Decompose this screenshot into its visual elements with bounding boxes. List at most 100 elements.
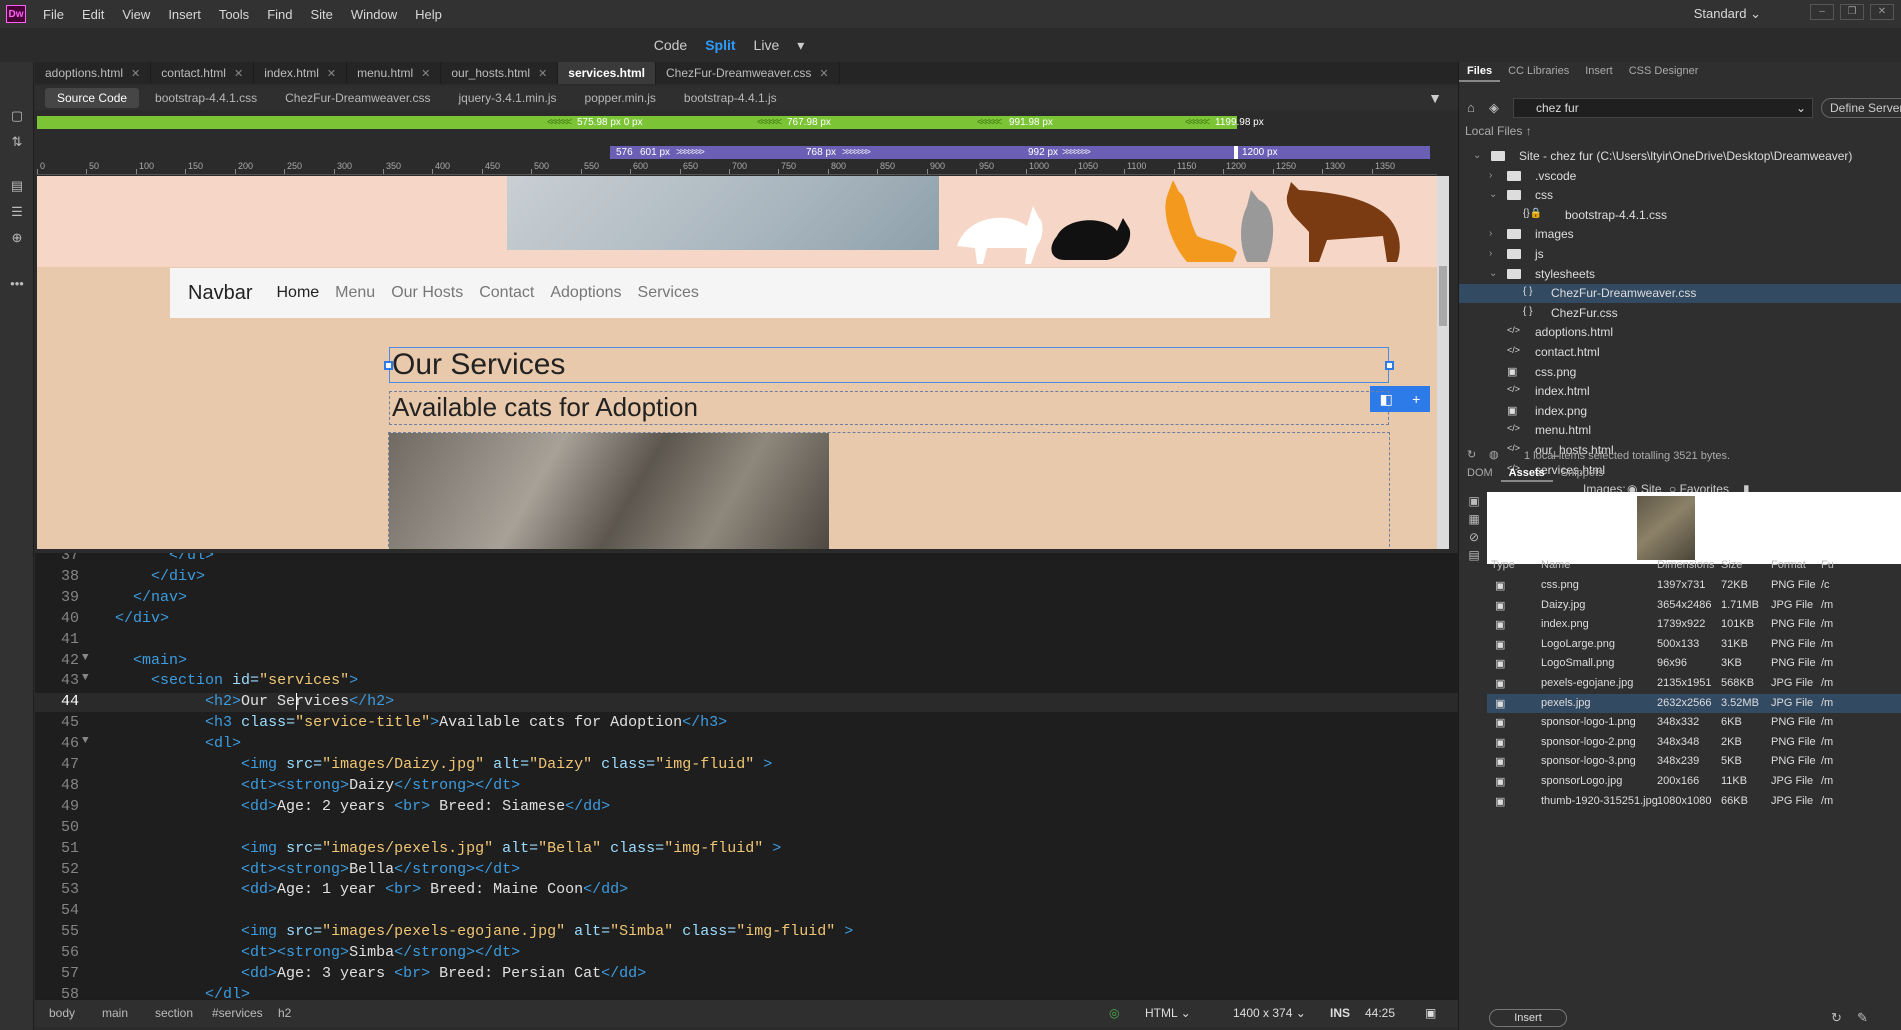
code-text[interactable]: <h2>Our Services</h2> [97,693,394,710]
workspace-switcher[interactable]: Standard ⌄ [1694,6,1761,22]
menu-help[interactable]: Help [406,7,451,22]
navbar-brand[interactable]: Navbar [188,282,252,305]
nav-our-hosts[interactable]: Our Hosts [391,284,463,302]
related-source-code[interactable]: Source Code [45,88,140,108]
nav-contact[interactable]: Contact [479,284,534,302]
code-text[interactable]: <h3 class="service-title">Available cats… [97,714,727,731]
chevron-right-icon[interactable]: › [1489,170,1492,181]
nav-adoptions[interactable]: Adoptions [550,284,621,302]
file-tree-item[interactable]: › images [1459,225,1901,244]
define-servers-button[interactable]: Define Servers [1821,98,1901,118]
split-view-button[interactable]: Split [705,37,735,53]
code-line[interactable]: 42 ▼ <main> [35,652,1458,671]
file-tree-item[interactable]: </> index.html [1459,382,1901,401]
fold-icon[interactable]: ▼ [82,735,89,747]
asset-row[interactable]: ▣ sponsor-logo-1.png 348x332 6KB PNG File/m [1487,713,1901,732]
mq-992[interactable]: 992 px [1028,146,1058,159]
code-line[interactable]: 54 [35,902,1458,921]
asset-row[interactable]: ▣ css.png 1397x731 72KB PNG File/c [1487,576,1901,595]
selection-handle-right[interactable] [1385,361,1394,370]
chevron-right-icon[interactable]: › [1489,248,1492,259]
window-size-select[interactable]: 1400 x 374 ⌄ [1233,1006,1306,1020]
edit-icon[interactable]: ✎ [1857,1010,1868,1026]
tab-menu[interactable]: menu.html ✕ [347,62,442,84]
related-popper[interactable]: popper.min.js [573,88,668,108]
col-full-path[interactable]: Fu [1821,559,1834,571]
close-icon[interactable]: ✕ [1870,4,1894,20]
crumb-main[interactable]: main [102,1006,128,1020]
tab-cc-libraries[interactable]: CC Libraries [1500,62,1577,82]
col-format[interactable]: Format [1771,559,1806,571]
code-line[interactable]: 49 <dd>Age: 2 years <br> Breed: Siamese<… [35,798,1458,817]
close-icon[interactable]: ✕ [819,67,828,80]
related-jquery[interactable]: jquery-3.4.1.min.js [446,88,568,108]
file-tree-item[interactable]: ⌄ Site - chez fur (C:\Users\ltyir\OneDriv… [1459,147,1901,166]
code-line[interactable]: 50 [35,819,1458,838]
tab-adoptions[interactable]: adoptions.html ✕ [35,62,152,84]
tab-chezfur-css[interactable]: ChezFur-Dreamweaver.css ✕ [656,62,840,84]
inspect-icon[interactable]: ⊕ [8,230,26,246]
col-name[interactable]: Name [1541,559,1570,571]
code-line[interactable]: 52 <dt><strong>Bella</strong></dt> [35,861,1458,880]
menu-tools[interactable]: Tools [210,7,258,22]
code-line[interactable]: 58 </dl> [35,986,1458,999]
code-line[interactable]: 44 <h2>Our Services</h2> [35,693,1458,713]
colors-category-icon[interactable]: ▦ [1465,512,1483,530]
code-line[interactable]: 53 <dd>Age: 1 year <br> Breed: Maine Coo… [35,881,1458,900]
col-dimensions[interactable]: Dimensions [1657,559,1714,571]
globe-icon[interactable]: ◍ [1489,448,1499,461]
file-tree-item[interactable]: {}🔒 bootstrap-4.4.1.css [1459,206,1901,225]
services-heading[interactable]: Our Services [389,347,1389,383]
file-tree-item[interactable]: { } ChezFur-Dreamweaver.css [1459,284,1901,304]
code-text[interactable]: <dt><strong>Bella</strong></dt> [97,861,520,878]
close-icon[interactable]: ✕ [131,67,140,80]
file-tree-item[interactable]: › js [1459,245,1901,264]
file-tree-item[interactable]: { } ChezFur.css [1459,304,1901,323]
chevron-down-icon[interactable]: ⌄ [1489,189,1497,200]
related-bootstrap-js[interactable]: bootstrap-4.4.1.js [672,88,789,108]
code-text[interactable]: </div> [97,610,169,627]
service-title-heading[interactable]: Available cats for Adoption [389,391,1389,425]
local-files-header[interactable]: Local Files ↑ [1465,124,1532,138]
code-text[interactable]: <img src="images/Daizy.jpg" alt="Daizy" … [97,756,772,773]
crumb-section[interactable]: section [155,1006,193,1020]
code-text[interactable]: <dd>Age: 3 years <br> Breed: Persian Cat… [97,965,646,982]
code-line[interactable]: 43 ▼ <section id="services"> [35,672,1458,691]
nav-services[interactable]: Services [638,284,699,302]
code-line[interactable]: 41 [35,631,1458,650]
chevron-down-icon[interactable]: ⌄ [1489,268,1497,279]
tab-css-designer[interactable]: CSS Designer [1621,62,1707,82]
code-text[interactable]: </nav> [97,589,187,606]
images-category-icon[interactable]: ▣ [1465,494,1483,512]
related-chezfur-css[interactable]: ChezFur-Dreamweaver.css [273,88,442,108]
tab-insert[interactable]: Insert [1577,62,1621,82]
code-text[interactable]: <dt><strong>Daizy</strong></dt> [97,777,520,794]
crumb-h2[interactable]: h2 [278,1006,291,1020]
close-icon[interactable]: ✕ [538,67,547,80]
chevron-right-icon[interactable]: › [1489,228,1492,239]
file-tree-item[interactable]: </> menu.html [1459,421,1901,440]
col-type[interactable]: Type [1491,559,1515,571]
connect-icon[interactable]: ⌂ [1467,100,1475,115]
menu-find[interactable]: Find [258,7,301,22]
code-line[interactable]: 56 <dt><strong>Simba</strong></dt> [35,944,1458,963]
nav-menu[interactable]: Menu [335,284,375,302]
asset-row[interactable]: ▣ LogoLarge.png 500x133 31KB PNG File/m [1487,635,1901,654]
add-class-icon[interactable]: + [1412,391,1420,407]
asset-row[interactable]: ▣ sponsorLogo.jpg 200x166 11KB JPG File/m [1487,772,1901,791]
code-text[interactable]: <main> [97,652,187,669]
format-source-icon[interactable]: ☰ [8,204,26,220]
crumb-body[interactable]: body [49,1006,75,1020]
scrollbar-thumb[interactable] [1439,266,1447,326]
maximize-icon[interactable]: ❐ [1840,4,1864,20]
mq-601[interactable]: 601 px [640,146,670,159]
asset-row[interactable]: ▣ sponsor-logo-2.png 348x348 2KB PNG File/m [1487,733,1901,752]
mq-1199[interactable]: 1199.98 px [1215,116,1264,129]
media-query-bar-min[interactable]: 576 601 px >>>>>>> 768 px >>>>>>> 992 px… [610,146,1430,159]
close-icon[interactable]: ✕ [327,67,336,80]
code-text[interactable]: <dd>Age: 2 years <br> Breed: Siamese</dd… [97,798,610,815]
minimize-icon[interactable]: – [1810,4,1834,20]
asset-row[interactable]: ▣ LogoSmall.png 96x96 3KB PNG File/m [1487,654,1901,673]
menu-site[interactable]: Site [301,7,341,22]
tab-our-hosts[interactable]: our_hosts.html ✕ [441,62,559,84]
